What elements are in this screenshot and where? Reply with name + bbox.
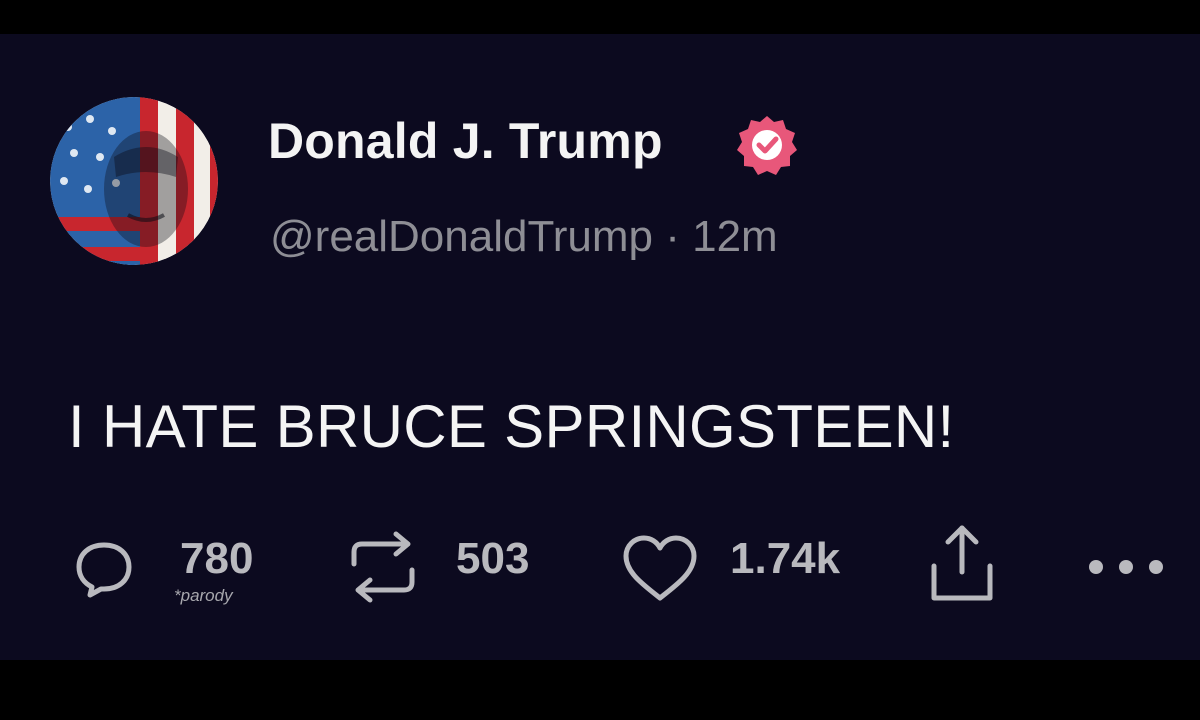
reply-button[interactable]: 780: [74, 534, 294, 624]
avatar-flag-portrait-icon: [50, 97, 218, 265]
more-icon: [1089, 560, 1163, 574]
timestamp[interactable]: 12m: [692, 212, 778, 261]
letterbox-bottom: [0, 660, 1200, 720]
comment-icon: [76, 542, 132, 598]
repost-button[interactable]: 503: [346, 531, 566, 624]
letterbox-top: [0, 0, 1200, 34]
heart-icon: [623, 535, 697, 601]
share-icon: [931, 525, 993, 601]
post-card: Donald J. Trump @realDonaldTrump · 12m I…: [0, 34, 1200, 660]
repost-count: 503: [456, 534, 530, 583]
separator-dot: ·: [665, 212, 680, 261]
avatar[interactable]: [50, 97, 218, 265]
handle[interactable]: @realDonaldTrump: [270, 212, 653, 261]
post-text: I HATE BRUCE SPRINGSTEEN!: [68, 393, 955, 460]
display-name[interactable]: Donald J. Trump: [268, 112, 663, 170]
handle-line: @realDonaldTrump · 12m: [270, 212, 778, 262]
reply-count: 780: [180, 534, 254, 583]
verified-badge-icon: [737, 116, 797, 175]
parody-note: *parody: [174, 586, 233, 605]
repost-icon: [351, 531, 415, 603]
more-button[interactable]: [1084, 534, 1174, 624]
like-button[interactable]: 1.74k: [620, 534, 860, 624]
like-count: 1.74k: [730, 534, 841, 583]
share-button[interactable]: [922, 525, 1002, 624]
